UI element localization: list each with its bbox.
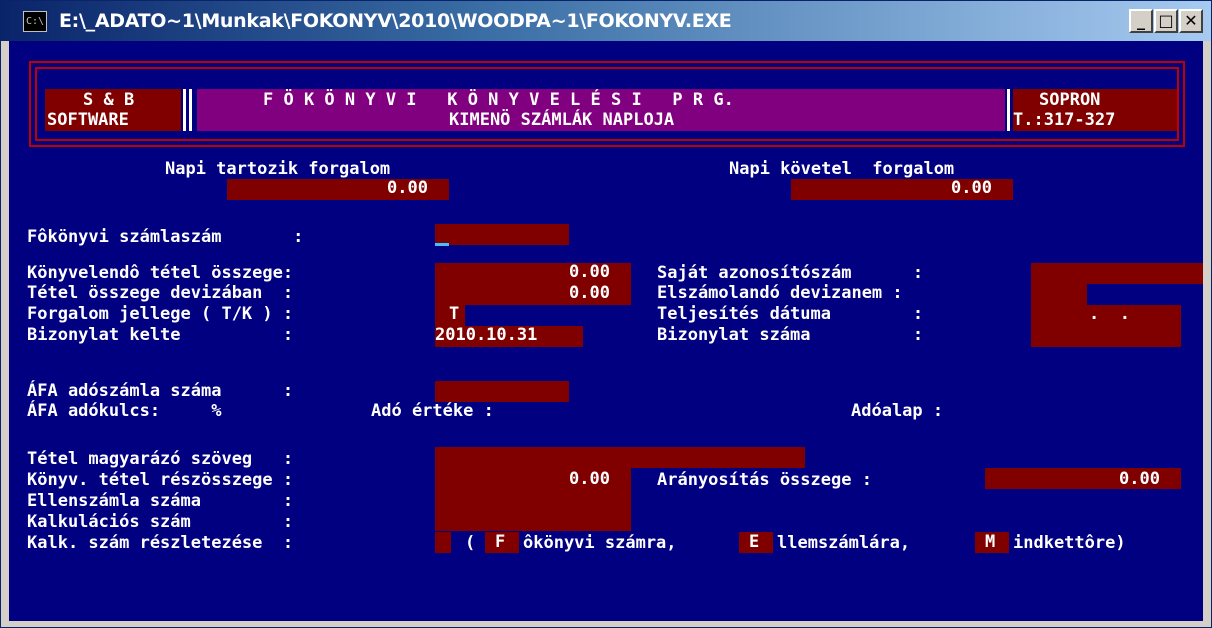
vat-invoice-label: ÁFA adószámla száma : (27, 381, 294, 401)
doc-date-label: Bizonylat kelte : (27, 325, 294, 345)
window-title: E:\_ADATO~1\Munkak\FOKONYV\2010\WOODPA~1… (59, 10, 732, 32)
amount-label: Könyvelendô tétel összege: (27, 263, 294, 283)
desc-label: Tétel magyarázó szöveg : (27, 449, 294, 469)
doc-no-input[interactable] (1031, 326, 1181, 347)
currency-input[interactable] (1031, 284, 1087, 305)
prorate-value: 0.00 (1119, 469, 1160, 489)
contra-label: Ellenszámla száma : (27, 491, 294, 511)
header-phone: T.:317-327 (1013, 110, 1116, 130)
option-m-key[interactable]: M (985, 532, 995, 553)
daily-credit-label: Napi követel forgalom (729, 159, 955, 179)
perf-date-label: Teljesítés dátuma : (657, 304, 924, 324)
header-divider-right (1007, 89, 1010, 131)
perf-date-value: . . (1089, 304, 1130, 324)
vat-invoice-input[interactable] (435, 381, 569, 402)
contra-input[interactable] (435, 489, 569, 510)
calc-detail-label: Kalk. szám részletezése : (27, 533, 294, 553)
fx-amount-value: 0.00 (569, 283, 610, 303)
calc-input[interactable] (435, 510, 569, 531)
option-f-text: ôkönyvi számra, (523, 533, 677, 553)
type-label: Forgalom jellege ( T/K ) : (27, 304, 294, 324)
tax-value-label: Adó értéke : (371, 401, 494, 421)
type-value: T (449, 304, 460, 324)
maximize-button[interactable]: □ (1154, 9, 1178, 33)
text-cursor (435, 243, 449, 246)
calc-label: Kalkulációs szám : (27, 512, 294, 532)
header-screen-title: KIMENÖ SZÁMLÁK NAPLOJA (449, 110, 675, 130)
amount-value: 0.00 (569, 262, 610, 282)
partial-value: 0.00 (569, 469, 610, 489)
option-f-key[interactable]: F (495, 532, 505, 553)
own-id-input[interactable] (1031, 263, 1203, 284)
title-bar[interactable]: C:\ E:\_ADATO~1\Munkak\FOKONYV\2010\WOOD… (1, 1, 1211, 41)
console-window: C:\ E:\_ADATO~1\Munkak\FOKONYV\2010\WOOD… (0, 0, 1212, 628)
calc-detail-input[interactable] (435, 532, 451, 553)
option-m-text: indkettôre) (1013, 533, 1126, 553)
tax-base-label: Adóalap : (851, 401, 944, 421)
partial-label: Könyv. tétel részösszege : (27, 470, 294, 490)
header-city: SOPRON (1039, 90, 1101, 110)
calc-option-open: ( (465, 533, 476, 553)
currency-label: Elszámolandó devizanem : (657, 283, 903, 303)
account-input[interactable] (435, 224, 569, 245)
own-id-label: Saját azonosítószám : (657, 263, 924, 283)
header-program-title: F Ö K Ö N Y V I K Ö N Y V E L É S I P R … (263, 90, 734, 110)
option-e-key[interactable]: E (749, 532, 759, 553)
fx-amount-label: Tétel összege devizában : (27, 283, 294, 303)
console-screen[interactable]: S & B SOFTWARE F Ö K Ö N Y V I K Ö N Y V… (9, 41, 1203, 621)
minimize-button[interactable]: _ (1129, 9, 1153, 33)
vat-rate-label: ÁFA adókulcs: % (27, 401, 222, 421)
desc-input[interactable] (435, 447, 805, 468)
doc-date-value: 2010.10.31 (435, 325, 538, 345)
daily-debit-value: 0.00 (387, 178, 428, 198)
console-icon[interactable]: C:\ (23, 11, 47, 32)
option-e-text: llemszámlára, (777, 533, 911, 553)
header-divider-left-2 (189, 89, 192, 131)
header-divider-left-1 (183, 89, 186, 131)
prorate-label: Arányosítás összege : (657, 470, 872, 490)
doc-no-label: Bizonylat száma : (657, 325, 924, 345)
close-button[interactable]: ✕ (1179, 9, 1203, 33)
daily-debit-label: Napi tartozik forgalom (165, 159, 391, 179)
account-label: Fôkönyvi számlaszám : (27, 227, 304, 247)
header-company: S & B (83, 90, 135, 110)
header-company-sub: SOFTWARE (47, 110, 129, 130)
daily-credit-value: 0.00 (951, 178, 992, 198)
